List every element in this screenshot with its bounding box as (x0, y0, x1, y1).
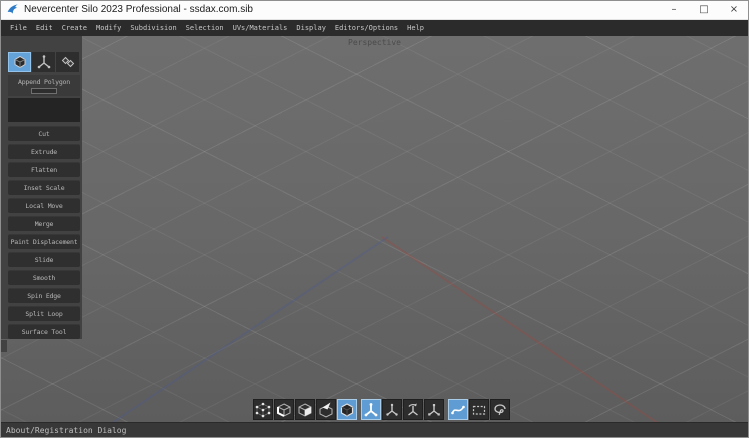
tab-uv-tools[interactable] (56, 52, 79, 72)
bottom-toolbar (253, 399, 510, 420)
maximize-button[interactable]: □ (689, 0, 719, 19)
face-mode-button[interactable] (295, 399, 315, 420)
pressed-button-block[interactable] (8, 98, 80, 122)
manipulator-tool-icon (363, 402, 379, 418)
scale-tool-icon (426, 402, 442, 418)
area-select-button[interactable] (469, 399, 489, 420)
lasso-select-icon (492, 402, 508, 418)
multiselect-mode-button[interactable] (316, 399, 336, 420)
diamonds-icon (60, 54, 76, 70)
smooth-button[interactable]: Smooth (8, 270, 80, 285)
move-tool-icon (384, 402, 400, 418)
tool-group (361, 399, 444, 420)
local-move-button[interactable]: Local Move (8, 198, 80, 213)
edge-mode-icon (276, 402, 292, 418)
tool-panel-tabs (8, 52, 80, 72)
scale-tool-button[interactable] (424, 399, 444, 420)
vertex-mode-button[interactable] (253, 399, 273, 420)
cut-button[interactable]: Cut (8, 126, 80, 141)
object-mode-button[interactable] (337, 399, 357, 420)
status-bar: About/Registration Dialog (0, 422, 749, 438)
rotate-tool-icon (405, 402, 421, 418)
move-tool-button[interactable] (382, 399, 402, 420)
menu-item-modify[interactable]: Modify (96, 20, 121, 36)
split-loop-button[interactable]: Split Loop (8, 306, 80, 321)
inset-scale-button[interactable]: Inset Scale (8, 180, 80, 195)
manipulator-tool-button[interactable] (361, 399, 381, 420)
status-text: About/Registration Dialog (6, 426, 126, 435)
perspective-grid (0, 36, 749, 422)
app-logo-icon (6, 3, 19, 16)
camera-label: Perspective (0, 38, 749, 47)
edge-mode-button[interactable] (274, 399, 294, 420)
paint-select-icon (450, 402, 466, 418)
face-mode-icon (297, 402, 313, 418)
menu-item-create[interactable]: Create (62, 20, 87, 36)
tab-modeling-tools[interactable] (8, 52, 31, 72)
menu-item-uvs-materials[interactable]: UVs/Materials (233, 20, 288, 36)
menu-item-file[interactable]: File (10, 20, 27, 36)
menu-item-editors-options[interactable]: Editors/Options (335, 20, 398, 36)
close-button[interactable]: × (719, 0, 749, 19)
menu-item-help[interactable]: Help (407, 20, 424, 36)
menu-item-selection[interactable]: Selection (186, 20, 224, 36)
tool-button-list: Cut Extrude Flatten Inset Scale Local Mo… (8, 126, 80, 339)
window-controls: – □ × (659, 0, 749, 19)
selection-mode-group (253, 399, 357, 420)
lasso-select-button[interactable] (490, 399, 510, 420)
paint-displacement-button[interactable]: Paint Displacement (8, 234, 80, 249)
panel-edge-strip (0, 340, 7, 352)
viewport-3d[interactable]: Perspective (0, 36, 749, 422)
surface-tool-button[interactable]: Surface Tool (8, 324, 80, 339)
append-polygon-button[interactable]: Append Polygon (8, 75, 80, 96)
append-polygon-expander (31, 88, 57, 94)
vertex-mode-icon (255, 402, 271, 418)
area-select-icon (471, 402, 487, 418)
window-title: Nevercenter Silo 2023 Professional - ssd… (24, 4, 253, 15)
multiselect-mode-icon (318, 402, 334, 418)
merge-button[interactable]: Merge (8, 216, 80, 231)
flatten-button[interactable]: Flatten (8, 162, 80, 177)
title-bar: Nevercenter Silo 2023 Professional - ssd… (0, 0, 749, 20)
tab-manipulator-tools[interactable] (32, 52, 55, 72)
object-mode-icon (339, 402, 355, 418)
spin-edge-button[interactable]: Spin Edge (8, 288, 80, 303)
slide-button[interactable]: Slide (8, 252, 80, 267)
selection-style-group (448, 399, 510, 420)
menu-item-edit[interactable]: Edit (36, 20, 53, 36)
polygon-gem-icon (12, 54, 28, 70)
minimize-button[interactable]: – (659, 0, 689, 19)
extrude-button[interactable]: Extrude (8, 144, 80, 159)
menu-item-display[interactable]: Display (296, 20, 326, 36)
append-polygon-label: Append Polygon (18, 78, 70, 86)
tool-panel: Append Polygon Cut Extrude Flatten Inset… (0, 36, 82, 339)
menu-bar: File Edit Create Modify Subdivision Sele… (0, 20, 749, 36)
paint-select-button[interactable] (448, 399, 468, 420)
axis-jack-icon (36, 54, 52, 70)
menu-item-subdivision[interactable]: Subdivision (130, 20, 176, 36)
rotate-tool-button[interactable] (403, 399, 423, 420)
